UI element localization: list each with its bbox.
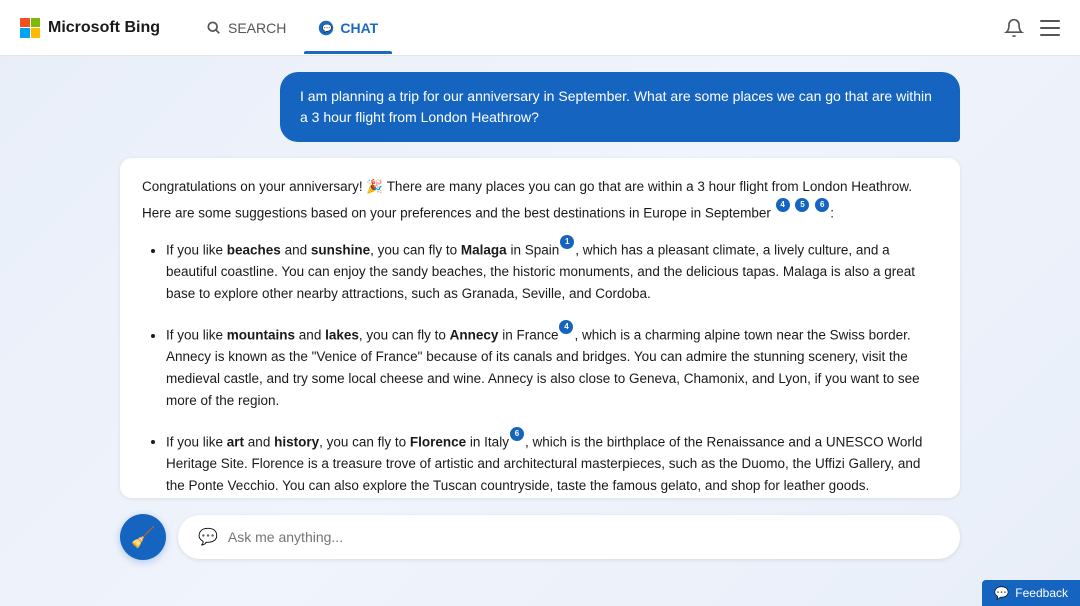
- destinations-list: If you like beaches and sunshine, you ca…: [142, 235, 938, 496]
- input-bar: 🧹 💬: [120, 514, 960, 564]
- keyword-florence: Florence: [410, 434, 466, 449]
- hamburger-line-2: [1040, 27, 1060, 29]
- keyword-mountains: mountains: [227, 328, 295, 343]
- feedback-icon: 💬: [994, 586, 1009, 600]
- hamburger-line-1: [1040, 20, 1060, 22]
- input-field-wrapper: 💬: [178, 515, 960, 559]
- logo-green-quad: [31, 18, 41, 28]
- main-content: I am planning a trip for our anniversary…: [0, 56, 1080, 606]
- list-item-annecy: If you like mountains and lakes, you can…: [166, 320, 938, 411]
- ref-badge-6a: 6: [815, 198, 829, 212]
- ai-response-card: Congratulations on your anniversary! 🎉 T…: [120, 158, 960, 498]
- ref-badge-1: 1: [560, 235, 574, 249]
- keyword-annecy: Annecy: [450, 328, 499, 343]
- user-message-text: I am planning a trip for our anniversary…: [300, 88, 932, 125]
- user-message-bubble: I am planning a trip for our anniversary…: [280, 72, 960, 142]
- chat-bubble-icon: 💬: [318, 20, 334, 36]
- hamburger-line-3: [1040, 34, 1060, 36]
- logo-yellow-quad: [31, 28, 41, 38]
- logo-blue-quad: [20, 28, 30, 38]
- keyword-sunshine: sunshine: [311, 243, 370, 258]
- ref-badge-5: 5: [795, 198, 809, 212]
- search-icon: [206, 20, 222, 36]
- ref-badge-4: 4: [776, 198, 790, 212]
- search-label: SEARCH: [228, 20, 286, 36]
- logo-red-quad: [20, 18, 30, 28]
- feedback-label: Feedback: [1015, 586, 1068, 600]
- ref-badge-6b: 6: [510, 427, 524, 441]
- keyword-lakes: lakes: [325, 328, 359, 343]
- chat-label: CHAT: [340, 20, 378, 36]
- nav-search[interactable]: SEARCH: [192, 12, 300, 44]
- chat-input[interactable]: [228, 529, 940, 545]
- hamburger-menu-icon[interactable]: [1040, 20, 1060, 36]
- list-item-malaga: If you like beaches and sunshine, you ca…: [166, 235, 938, 304]
- nav-bar: SEARCH 💬 CHAT: [192, 12, 1004, 44]
- keyword-beaches: beaches: [227, 243, 281, 258]
- broom-icon: 🧹: [131, 525, 156, 550]
- svg-text:💬: 💬: [322, 23, 332, 33]
- logo-area: Microsoft Bing: [20, 18, 160, 38]
- header-right: [1004, 18, 1060, 38]
- keyword-malaga: Malaga: [461, 243, 507, 258]
- user-message-container: I am planning a trip for our anniversary…: [120, 72, 960, 142]
- microsoft-logo: [20, 18, 40, 38]
- feedback-button[interactable]: 💬 Feedback: [982, 580, 1080, 606]
- input-chat-icon: 💬: [198, 527, 218, 547]
- keyword-history: history: [274, 434, 319, 449]
- logo-text: Microsoft Bing: [48, 19, 160, 37]
- list-item-florence: If you like art and history, you can fly…: [166, 427, 938, 496]
- notification-bell-icon[interactable]: [1004, 18, 1024, 38]
- ai-intro-paragraph: Congratulations on your anniversary! 🎉 T…: [142, 176, 938, 223]
- keyword-art: art: [227, 434, 244, 449]
- header: Microsoft Bing SEARCH 💬 CHAT: [0, 0, 1080, 56]
- nav-chat[interactable]: 💬 CHAT: [304, 12, 392, 44]
- ref-badge-4b: 4: [559, 320, 573, 334]
- new-chat-button[interactable]: 🧹: [120, 514, 166, 560]
